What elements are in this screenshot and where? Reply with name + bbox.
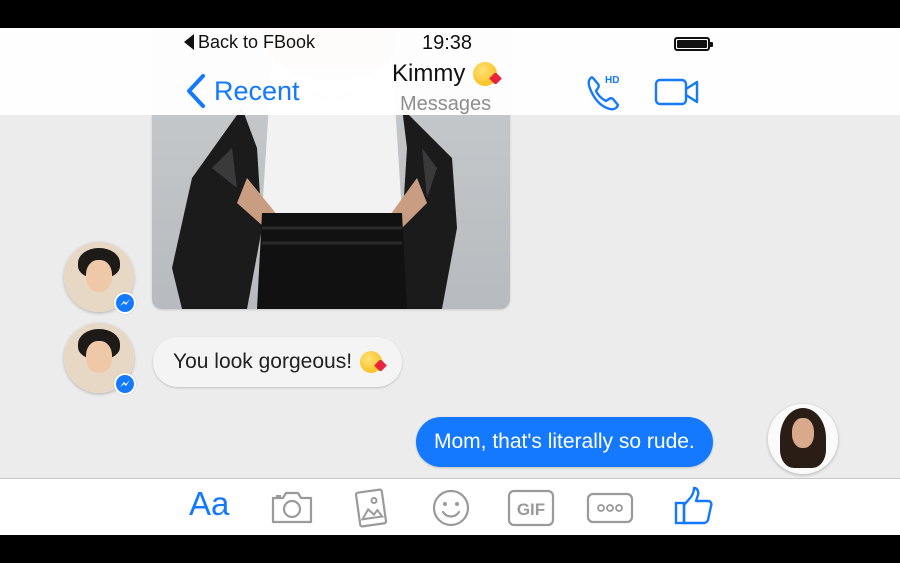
- smiley-icon: [432, 489, 470, 527]
- sticker-button[interactable]: [431, 488, 471, 533]
- message-text: You look gorgeous!: [173, 350, 353, 373]
- camera-button[interactable]: [270, 488, 314, 531]
- more-dots-icon: [586, 492, 634, 524]
- back-button-label: Recent: [214, 75, 300, 106]
- gif-button[interactable]: GIF: [507, 488, 555, 533]
- outgoing-message-bubble[interactable]: Mom, that's literally so rude.: [416, 417, 713, 467]
- conversation-header: Back to FBook 19:38 Recent Kimmy Message…: [0, 28, 900, 115]
- thumbs-up-icon: [674, 486, 713, 525]
- message-text: Mom, that's literally so rude.: [434, 430, 695, 453]
- hd-call-button[interactable]: HD: [584, 71, 626, 118]
- conversation-subtitle: Messages: [400, 93, 492, 115]
- photo-gallery-button[interactable]: [351, 488, 391, 533]
- back-to-app-label: Back to FBook: [198, 32, 316, 52]
- gif-label: GIF: [517, 500, 545, 519]
- contact-name-text: Kimmy: [392, 60, 466, 87]
- kiss-emoji-icon: [473, 62, 503, 86]
- status-clock: 19:38: [422, 32, 473, 54]
- messenger-badge-icon: [114, 373, 136, 395]
- camera-icon: [271, 491, 313, 524]
- more-options-button[interactable]: [586, 488, 634, 533]
- incoming-message-bubble[interactable]: You look gorgeous!: [153, 337, 403, 387]
- battery-icon: [674, 37, 713, 51]
- messenger-screen: Back to FBook 19:38 Recent Kimmy Message…: [0, 28, 900, 535]
- back-triangle-icon: [184, 34, 194, 50]
- gallery-icon: [354, 488, 388, 528]
- text-input-button[interactable]: Aa: [189, 485, 229, 523]
- own-avatar[interactable]: [768, 404, 838, 474]
- chevron-left-icon: [187, 74, 205, 108]
- messenger-badge-icon: [114, 292, 136, 314]
- kiss-emoji-icon: [360, 351, 387, 373]
- video-call-button[interactable]: [654, 78, 700, 111]
- composer-toolbar: Aa GIF: [0, 478, 900, 535]
- back-to-app-link[interactable]: Back to FBook: [184, 32, 315, 53]
- contact-name: Kimmy: [392, 60, 503, 88]
- video-camera-icon: [654, 78, 699, 106]
- phone-icon: HD: [587, 75, 619, 111]
- gif-icon: GIF: [507, 489, 555, 527]
- hd-badge: HD: [605, 75, 619, 86]
- back-button[interactable]: Recent: [186, 74, 300, 108]
- like-button[interactable]: [673, 485, 715, 532]
